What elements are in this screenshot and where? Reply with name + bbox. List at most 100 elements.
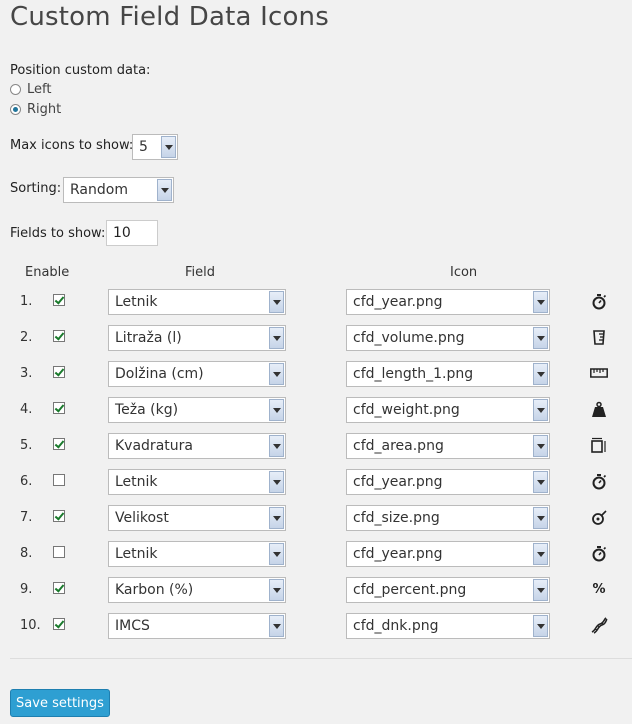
field-select-value: Letnik: [115, 294, 158, 310]
ruler-icon: [590, 364, 608, 382]
enable-checkbox[interactable]: [53, 618, 65, 630]
chevron-down-icon[interactable]: [533, 435, 548, 457]
chevron-down-icon[interactable]: [269, 363, 284, 385]
icon-select[interactable]: cfd_year.png: [346, 469, 550, 495]
position-label: Position custom data:: [10, 63, 151, 78]
chevron-down-icon[interactable]: [269, 471, 284, 493]
field-select[interactable]: Karbon (%): [108, 577, 286, 603]
chevron-down-icon[interactable]: [269, 327, 284, 349]
field-select[interactable]: Teža (kg): [108, 397, 286, 423]
fields-to-show-input[interactable]: 10: [106, 220, 158, 246]
chevron-down-icon[interactable]: [533, 291, 548, 313]
table-row: 10. IMCS cfd_dnk.png: [0, 608, 632, 644]
row-number: 1.: [20, 294, 33, 309]
chevron-down-icon[interactable]: [269, 543, 284, 565]
table-row: 9. Karbon (%) cfd_percent.png%: [0, 572, 632, 608]
field-select-value: Letnik: [115, 474, 158, 490]
icon-select[interactable]: cfd_volume.png: [346, 325, 550, 351]
icon-select-value: cfd_area.png: [353, 438, 444, 454]
row-number: 8.: [20, 546, 33, 561]
chevron-down-icon[interactable]: [269, 399, 284, 421]
position-right-option[interactable]: Right: [10, 102, 61, 117]
enable-checkbox[interactable]: [53, 330, 65, 342]
max-icons-label: Max icons to show:: [10, 138, 134, 153]
row-number: 5.: [20, 438, 33, 453]
field-select[interactable]: Letnik: [108, 541, 286, 567]
radio-right[interactable]: [10, 104, 21, 115]
field-select[interactable]: Letnik: [108, 289, 286, 315]
row-number: 6.: [20, 474, 33, 489]
row-number: 3.: [20, 366, 33, 381]
table-row: 7. Velikost cfd_size.png: [0, 500, 632, 536]
position-left-option[interactable]: Left: [10, 82, 51, 97]
enable-checkbox[interactable]: [53, 294, 65, 306]
enable-checkbox[interactable]: [53, 582, 65, 594]
divider: [10, 658, 632, 659]
field-select[interactable]: Letnik: [108, 469, 286, 495]
radio-right-label: Right: [27, 102, 62, 117]
field-select-value: Velikost: [115, 510, 169, 526]
chevron-down-icon[interactable]: [533, 615, 548, 637]
row-number: 2.: [20, 330, 33, 345]
chevron-down-icon[interactable]: [269, 579, 284, 601]
enable-checkbox[interactable]: [53, 402, 65, 414]
chevron-down-icon[interactable]: [533, 399, 548, 421]
sorting-select[interactable]: Random: [63, 177, 174, 203]
chevron-down-icon[interactable]: [533, 507, 548, 529]
row-number: 4.: [20, 402, 33, 417]
chevron-down-icon[interactable]: [533, 327, 548, 349]
chevron-down-icon[interactable]: [533, 579, 548, 601]
row-number: 10.: [20, 618, 41, 633]
enable-checkbox[interactable]: [53, 546, 65, 558]
row-number: 7.: [20, 510, 33, 525]
icon-select[interactable]: cfd_weight.png: [346, 397, 550, 423]
icon-select[interactable]: cfd_dnk.png: [346, 613, 550, 639]
chevron-down-icon[interactable]: [269, 507, 284, 529]
icon-select[interactable]: cfd_year.png: [346, 541, 550, 567]
enable-checkbox[interactable]: [53, 366, 65, 378]
table-row: 8. Letnik cfd_year.png: [0, 536, 632, 572]
field-select[interactable]: IMCS: [108, 613, 286, 639]
chevron-down-icon[interactable]: [269, 435, 284, 457]
radio-left[interactable]: [10, 84, 21, 95]
chevron-down-icon[interactable]: [269, 615, 284, 637]
icon-select-value: cfd_volume.png: [353, 330, 465, 346]
field-select[interactable]: Litraža (l): [108, 325, 286, 351]
field-select[interactable]: Kvadratura: [108, 433, 286, 459]
icon-select[interactable]: cfd_year.png: [346, 289, 550, 315]
field-select[interactable]: Velikost: [108, 505, 286, 531]
field-column-header: Field: [185, 265, 216, 280]
radio-left-label: Left: [27, 82, 52, 97]
stopwatch-icon: [590, 292, 608, 310]
max-icons-select[interactable]: 5: [132, 134, 178, 160]
icon-select[interactable]: cfd_area.png: [346, 433, 550, 459]
icon-select[interactable]: cfd_size.png: [346, 505, 550, 531]
icon-select-value: cfd_length_1.png: [353, 366, 474, 382]
sorting-value: Random: [70, 182, 128, 198]
chevron-down-icon[interactable]: [157, 179, 172, 201]
chevron-down-icon[interactable]: [533, 543, 548, 565]
row-number: 9.: [20, 582, 33, 597]
save-settings-button[interactable]: Save settings: [10, 689, 110, 717]
stopwatch-icon: [590, 472, 608, 490]
stopwatch-icon: [590, 544, 608, 562]
chevron-down-icon[interactable]: [269, 291, 284, 313]
chevron-down-icon[interactable]: [161, 136, 176, 158]
icon-select-value: cfd_size.png: [353, 510, 440, 526]
measuring-cup-icon: [590, 328, 608, 346]
field-select-value: IMCS: [115, 618, 150, 634]
icon-select[interactable]: cfd_percent.png: [346, 577, 550, 603]
chevron-down-icon[interactable]: [533, 363, 548, 385]
enable-checkbox[interactable]: [53, 510, 65, 522]
table-row: 4. Teža (kg) cfd_weight.png: [0, 392, 632, 428]
field-select-value: Dolžina (cm): [115, 366, 204, 382]
enable-checkbox[interactable]: [53, 474, 65, 486]
enable-checkbox[interactable]: [53, 438, 65, 450]
fields-to-show-label: Fields to show:: [10, 226, 106, 241]
table-row: 1. Letnik cfd_year.png: [0, 284, 632, 320]
dna-icon: [590, 616, 608, 634]
icon-select-value: cfd_year.png: [353, 546, 443, 562]
icon-select[interactable]: cfd_length_1.png: [346, 361, 550, 387]
chevron-down-icon[interactable]: [533, 471, 548, 493]
field-select[interactable]: Dolžina (cm): [108, 361, 286, 387]
